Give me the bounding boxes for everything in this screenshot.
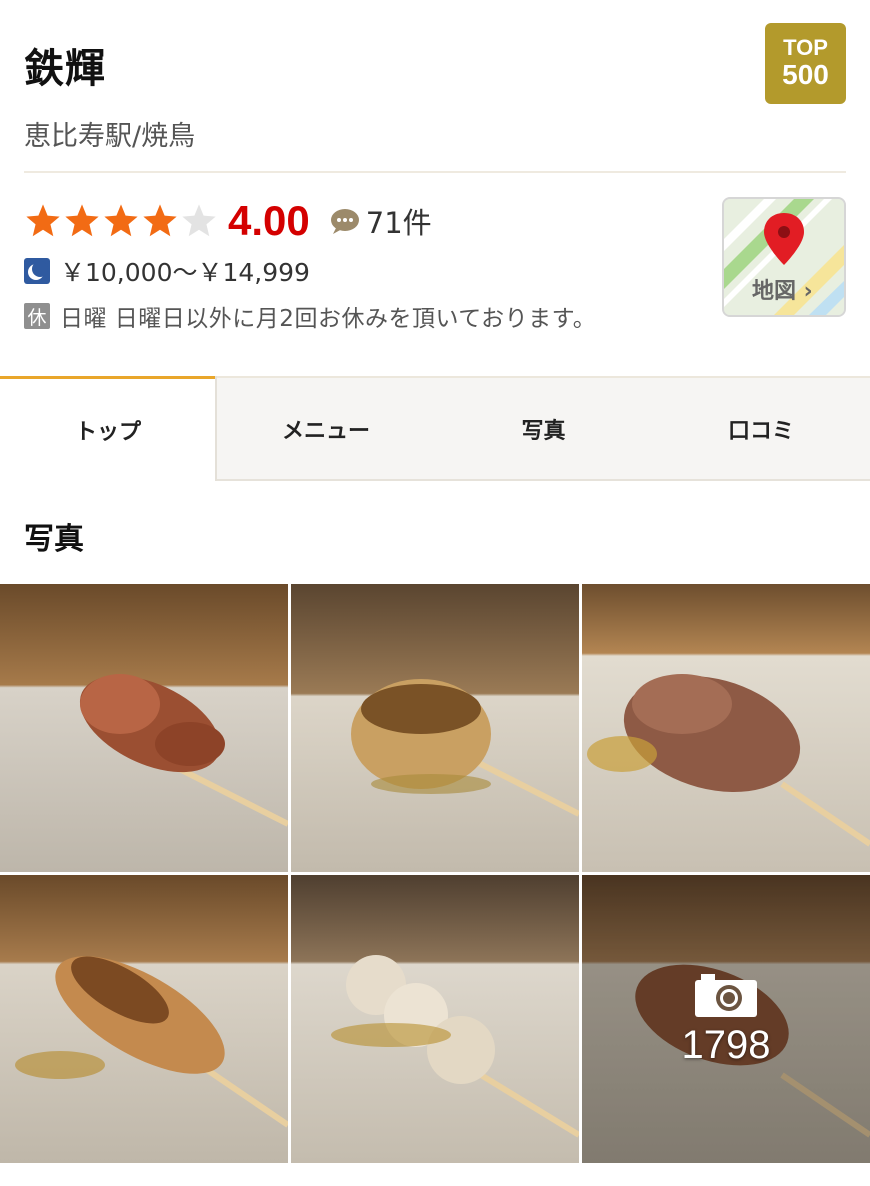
rating-row: 4.00 71件 xyxy=(24,195,432,247)
restaurant-name: 鉄輝 xyxy=(24,46,106,92)
camera-icon xyxy=(695,973,757,1017)
photos-section-title: 写真 xyxy=(24,522,84,557)
price-row: ￥10,000～￥14,999 xyxy=(24,256,310,287)
dinner-moon-icon xyxy=(24,258,50,284)
photo-thumbnail[interactable] xyxy=(0,875,288,1163)
dinner-price: ￥10,000～￥14,999 xyxy=(60,258,310,287)
photo-grid: 1798 xyxy=(0,584,870,1164)
top500-badge: TOP 500 xyxy=(765,23,846,104)
badge-line1: TOP xyxy=(783,35,828,60)
tab-top[interactable]: トップ xyxy=(0,376,216,481)
photo-thumbnail-more[interactable]: 1798 xyxy=(582,875,870,1163)
holiday-icon: 休 xyxy=(24,303,50,329)
rating-stars xyxy=(24,202,218,240)
holiday-row: 休 日曜 日曜日以外に月2回お休みを頂いております。 xyxy=(24,302,597,332)
star-filled-icon xyxy=(65,204,99,237)
star-filled-icon xyxy=(143,204,177,237)
photo-thumbnail[interactable] xyxy=(291,584,579,872)
tab-photos[interactable]: 写真 xyxy=(435,376,652,481)
rating-score: 4.00 xyxy=(228,197,310,244)
star-filled-icon xyxy=(26,204,60,237)
header-divider xyxy=(24,171,846,173)
photo-thumbnail[interactable] xyxy=(291,875,579,1163)
comment-icon xyxy=(330,209,359,234)
station-genre: 恵比寿駅/焼鳥 xyxy=(24,121,196,152)
tab-menu[interactable]: メニュー xyxy=(217,376,435,481)
holiday-text: 日曜 日曜日以外に月2回お休みを頂いております。 xyxy=(60,306,597,332)
tab-reviews[interactable]: 口コミ xyxy=(652,376,870,481)
badge-line2: 500 xyxy=(782,59,829,90)
photo-count-overlay: 1798 xyxy=(582,875,870,1163)
star-filled-icon xyxy=(104,204,138,237)
review-count[interactable]: 71件 xyxy=(366,200,432,242)
photo-count: 1798 xyxy=(681,1022,771,1067)
star-empty-icon xyxy=(182,204,216,237)
photo-thumbnail[interactable] xyxy=(0,584,288,872)
tab-bar: トップ メニュー 写真 口コミ xyxy=(0,376,870,481)
photo-thumbnail[interactable] xyxy=(582,584,870,872)
map-label: 地図 › xyxy=(752,279,813,304)
restaurant-header: 鉄輝 恵比寿駅/焼鳥 TOP 500 xyxy=(24,0,846,172)
map-button[interactable]: 地図 › xyxy=(722,197,846,317)
